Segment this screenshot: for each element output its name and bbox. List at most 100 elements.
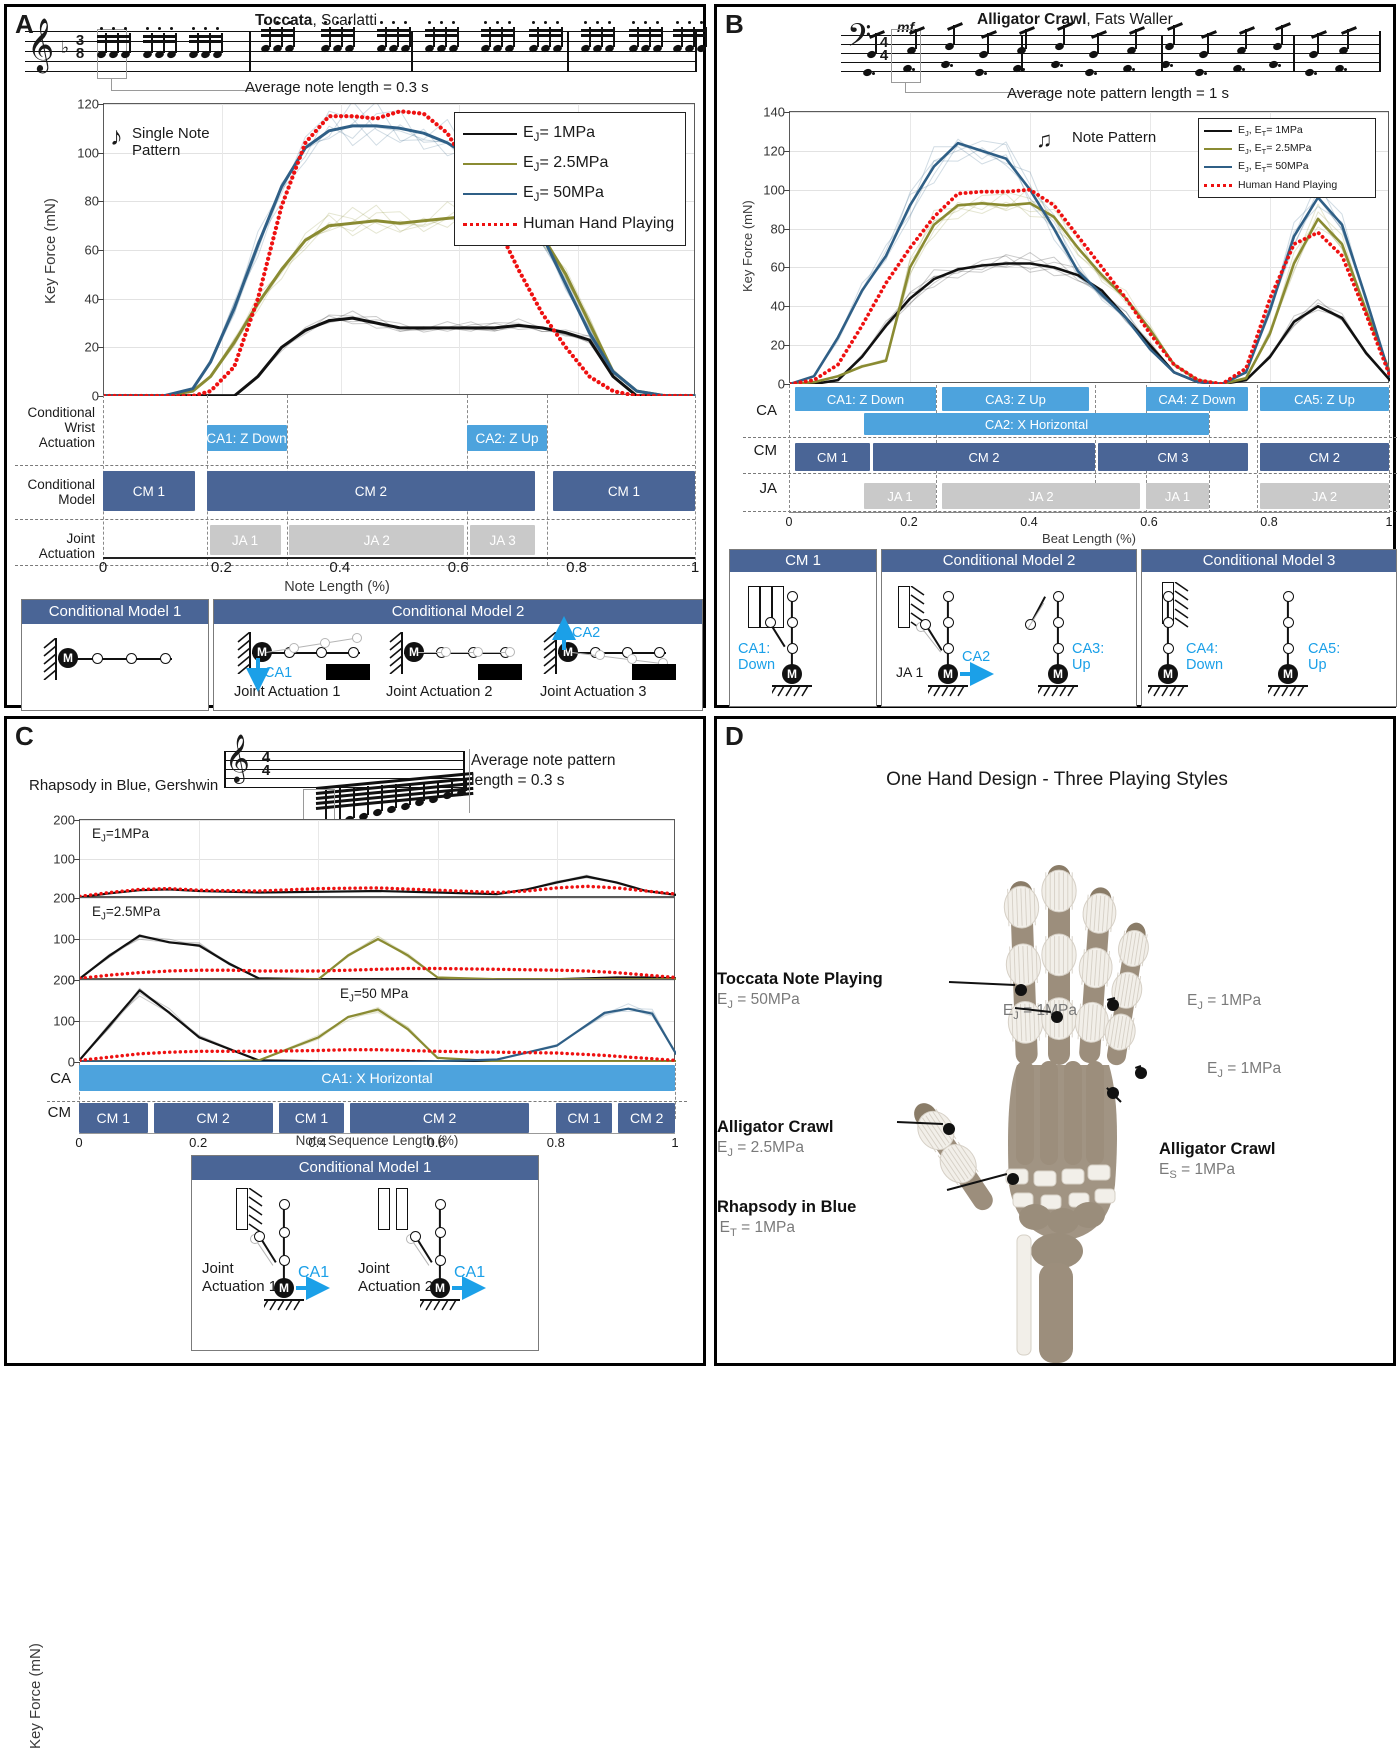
beam [321, 34, 353, 37]
piano-key [632, 664, 676, 680]
cm1-title: CM 1 [730, 550, 876, 572]
motor-icon: M [1158, 664, 1178, 684]
ja-bar: JA 1 [209, 525, 281, 555]
panel-b-cm2-box: Conditional Model 2 M JA 1 CA2 M CA3: Up [881, 549, 1137, 707]
ca5-label: CA5: Up [1308, 641, 1341, 673]
x-tick-label: 0 [75, 1135, 83, 1150]
joint-icon [1162, 642, 1174, 654]
staccato-dot [508, 21, 511, 24]
legend-swatch [1204, 130, 1232, 132]
annotation: Alligator Crawl ES = 1MPa [1159, 1139, 1275, 1183]
x-tick-label: 0.4 [1020, 515, 1038, 529]
ghost-joint [351, 632, 362, 643]
annotation-value: ES = 1MPa [1159, 1160, 1235, 1181]
augmentation-dot [1060, 64, 1063, 67]
time-guide [1257, 385, 1258, 513]
x-tick-label: 0.6 [447, 559, 469, 576]
timeline-row-label: Conditional Wrist Actuation [27, 405, 95, 451]
note-stem [129, 33, 131, 53]
joint-icon [942, 642, 954, 654]
joint-icon [278, 1254, 290, 1266]
staccato-dot [544, 21, 547, 24]
beam [189, 35, 221, 38]
beam [529, 29, 561, 32]
beam [377, 29, 409, 32]
staccato-dot [288, 21, 291, 24]
ca1-right-arrow [452, 1276, 486, 1300]
panel-a-ylabel: Key Force (mN) [42, 198, 59, 304]
joint-icon [434, 1226, 446, 1238]
legend-label: EJ= 2.5MPa [523, 153, 609, 175]
panel-a-cm2-box: Conditional Model 2 M Joint Actuation 1 CA… [213, 599, 703, 711]
timeline-row-label: Joint Actuation [38, 531, 95, 562]
joint-icon [254, 1231, 265, 1242]
joint-actuation-caption: Joint Actuation 3 [540, 684, 647, 700]
joint-icon [1282, 616, 1294, 628]
staccato-dot [440, 21, 443, 24]
note-stem [561, 27, 563, 47]
staccato-dot [216, 27, 219, 30]
staccato-dot [204, 27, 207, 30]
beam [377, 34, 409, 37]
staccato-dot [452, 21, 455, 24]
y-tick-label: 100 [763, 182, 785, 198]
joint-icon [654, 646, 665, 658]
panel-b-title-rest: , Fats Waller [1086, 11, 1173, 28]
legend-row: EJ, ET= 50MPa [1204, 158, 1370, 176]
cm-bar: CM 2 [206, 471, 536, 511]
panel-c-sub2-label: EJ=2.5MPa [92, 904, 161, 923]
y-tick-label: 100 [53, 931, 75, 947]
augmentation-dot [1022, 68, 1025, 71]
annotation-value: EJ = 1MPa [1187, 992, 1262, 1013]
staccato-dot [336, 21, 339, 24]
ground-hatch [1265, 684, 1308, 698]
augmentation-dot [984, 72, 987, 75]
joint-actuation-caption: Joint Actuation 2 [358, 1260, 434, 1295]
ca-bar: CA1: Z Down [795, 387, 936, 411]
panel-c-cm1-box: Conditional Model 1 M Joint Actuation 1 CA1… [191, 1155, 539, 1351]
x-tick-label: 0.6 [1140, 515, 1158, 529]
time-signature: 4 4 [879, 34, 889, 64]
series-e-j-50mpa-olive [80, 1008, 676, 1062]
legend-row: EJ= 2.5MPa [463, 149, 677, 179]
annotation: EJ = 1MPa [1187, 991, 1261, 1014]
note-stem [409, 27, 411, 47]
cm-bar: CM 1 [278, 1103, 345, 1133]
annotation-value: EJ = 1MPa [1002, 1002, 1077, 1023]
joint-icon [126, 652, 137, 664]
cm-bar: CM 1 [795, 443, 870, 471]
augmentation-dot [1314, 72, 1317, 75]
augmentation-dot [872, 72, 875, 75]
panel-a-legend: EJ= 1MPa EJ= 2.5MPa EJ= 50MPa Human Hand Pl… [454, 112, 686, 246]
annotation: Rhapsody in Blue ET = 1MPa [717, 1197, 856, 1241]
beam [481, 34, 513, 37]
ground-hatch [1174, 581, 1190, 628]
annotation-dot [1015, 984, 1027, 996]
timeline-row-label: CM [47, 1104, 71, 1121]
series-e-j-e-t-2-5mpa [790, 202, 1390, 384]
joint-icon [1282, 642, 1294, 654]
beam [673, 34, 705, 37]
beam [529, 34, 561, 37]
staff-lines [841, 35, 1381, 75]
x-tick-label: 0.2 [210, 559, 232, 576]
time-guide [789, 385, 790, 513]
row-separator [743, 473, 1397, 474]
joint-icon [942, 590, 954, 602]
ground-hatch [769, 684, 812, 698]
note-stem [613, 27, 615, 47]
note-stem [221, 33, 223, 53]
row-separator [15, 565, 695, 566]
beam [673, 29, 705, 32]
ca1-label: CA1 [454, 1264, 486, 1281]
piano-key [898, 586, 910, 628]
panel-b-staff: 𝄢 4 4 mf [841, 19, 1381, 94]
joint-icon [1052, 590, 1064, 602]
cm-bar: CM 1 [555, 1103, 613, 1133]
note-stem [367, 786, 369, 815]
augmentation-dot [1242, 68, 1245, 71]
annotation-dot [1007, 1173, 1019, 1185]
panel-b-avg-label: Average note pattern length = 1 s [1007, 85, 1229, 102]
staccato-dot [158, 27, 161, 30]
ca4-label: CA4: Down [1186, 641, 1224, 673]
